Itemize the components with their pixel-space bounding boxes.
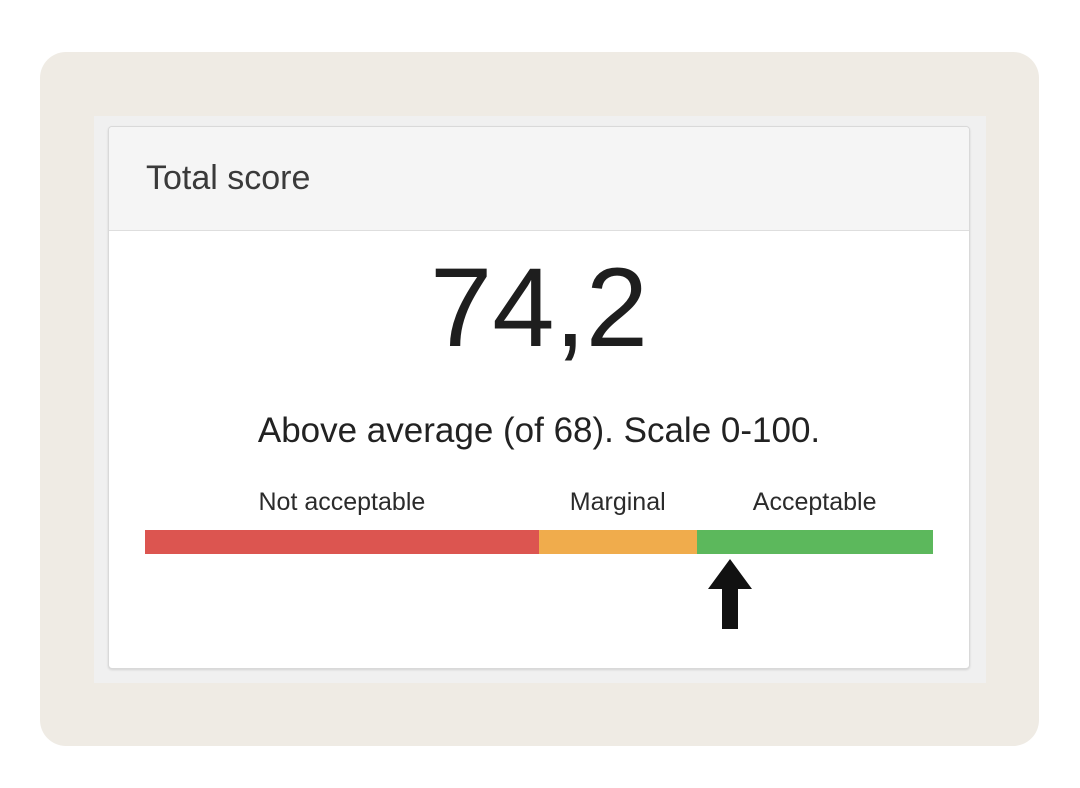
outer-panel: Total score 74,2 Above average (of 68). … bbox=[40, 52, 1039, 746]
widget-frame: Total score 74,2 Above average (of 68). … bbox=[94, 116, 986, 683]
segment-label-marginal: Marginal bbox=[569, 488, 666, 516]
score-value: 74,2 bbox=[430, 245, 648, 370]
segment-bar-not-acceptable bbox=[145, 530, 539, 554]
segment-label-acceptable: Acceptable bbox=[752, 488, 877, 516]
segment-label-not-acceptable: Not acceptable bbox=[258, 488, 426, 516]
total-score-card: Total score 74,2 Above average (of 68). … bbox=[108, 126, 970, 669]
arrow-up-icon bbox=[707, 559, 752, 629]
segment-bar-marginal bbox=[539, 530, 697, 554]
card-title: Total score bbox=[146, 159, 311, 197]
score-scale: Not acceptable Marginal Acceptable bbox=[145, 487, 933, 637]
score-description: Above average (of 68). Scale 0-100. bbox=[257, 411, 821, 450]
segment-bar-acceptable bbox=[696, 530, 933, 554]
card-header: Total score bbox=[109, 127, 969, 231]
